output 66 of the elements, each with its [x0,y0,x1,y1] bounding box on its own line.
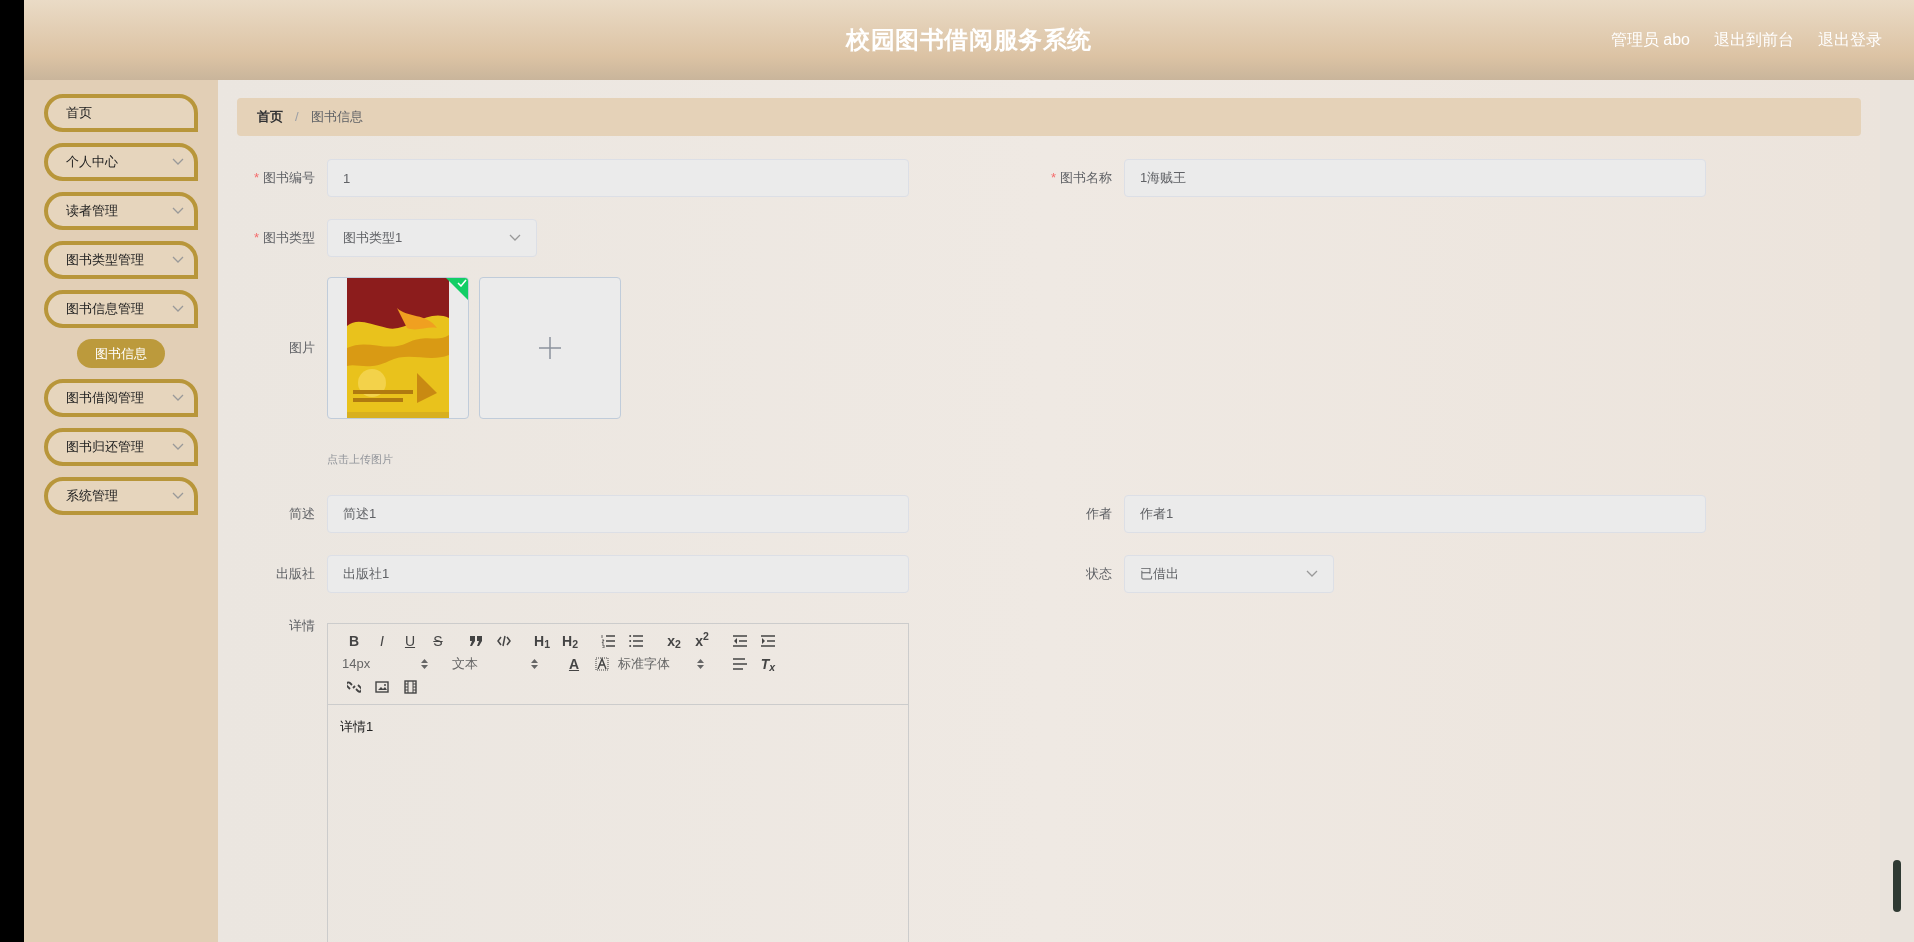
film-icon[interactable] [403,679,417,694]
quote-icon[interactable] [469,634,483,647]
required-mark: * [253,229,259,248]
format-dropdown[interactable]: 标准字体 [616,654,714,673]
indent-icon[interactable] [761,634,775,647]
breadcrumb-separator: / [295,108,299,127]
sort-icon [697,658,704,669]
field-label: 简述 [289,504,315,523]
script-button[interactable]: x$^{2}$ [688,630,716,651]
input-field[interactable]: 出版社1 [327,554,909,593]
underline-button[interactable]: U [396,630,424,651]
background-color-icon[interactable] [595,656,609,671]
menu-item[interactable]: 图书信息管理 [44,290,198,328]
sort-icon [531,658,538,669]
upload-hint: 点击上传图片 [327,453,393,465]
clear-format-button[interactable]: T$_{x}$ [754,653,782,674]
select-field[interactable]: 已借出 [1124,554,1334,593]
link-icon[interactable] [347,679,361,694]
field-label: 图书类型 [263,229,315,248]
select-field[interactable]: 图书类型1 [327,219,537,257]
outdent-icon[interactable] [733,634,747,647]
user-label: 管理员 abo [1610,30,1690,50]
menu-item[interactable]: 个人中心 [44,143,198,181]
menu-item[interactable]: 系统管理 [44,477,198,515]
breadcrumb-item[interactable]: 首页 [257,107,283,127]
heading-button[interactable]: H$_{1}$ [528,630,556,651]
field-label: 详情 [289,616,315,635]
image-icon[interactable] [375,680,389,693]
field-label: 图书编号 [263,169,315,188]
required-mark: * [253,169,259,188]
app-title: 校园图书借阅服务系统 [846,25,1092,55]
format-dropdown[interactable]: 文本 [450,654,548,673]
editor-text: 详情1 [340,717,375,736]
format-dropdown[interactable]: 14px [340,654,438,673]
input-field[interactable]: 1海贼王 [1124,159,1706,197]
bullet-list-icon[interactable] [629,633,643,648]
field-label: 状态 [1086,564,1112,583]
code-icon[interactable] [497,634,511,647]
heading-button[interactable]: H$_{2}$ [556,630,584,651]
sort-icon [421,658,428,669]
scrollbar-thumb[interactable] [1893,860,1901,912]
menu-item[interactable]: 图书类型管理 [44,241,198,279]
menu-item[interactable]: 读者管理 [44,192,198,230]
menu-item[interactable]: 首页 [44,94,198,132]
uploaded-image[interactable] [327,277,469,419]
strikethrough-button[interactable]: S [424,630,452,651]
input-field[interactable]: 简述1 [327,494,909,533]
field-label: 作者 [1086,504,1112,523]
field-label: 图片 [289,339,315,358]
chevron-down-icon [509,234,521,242]
menu-item[interactable]: 图书借阅管理 [44,379,198,417]
chevron-down-icon [1306,569,1318,578]
align-icon[interactable] [733,657,747,670]
input-field[interactable]: 作者1 [1124,494,1706,533]
bold-button[interactable]: B [340,630,368,651]
field-label: 出版社 [276,564,315,583]
plus-icon [538,336,562,360]
script-button[interactable]: x$_{2}$ [660,630,688,651]
menu-item[interactable]: 图书归还管理 [44,428,198,466]
breadcrumb-item: 图书信息 [310,108,363,127]
required-mark: * [1050,169,1056,188]
ordered-list-icon[interactable] [601,633,615,648]
italic-button[interactable]: I [368,630,396,651]
text-color-button[interactable]: A [560,653,588,674]
field-label: 图书名称 [1060,169,1112,188]
input-field[interactable]: 1 [327,159,909,197]
